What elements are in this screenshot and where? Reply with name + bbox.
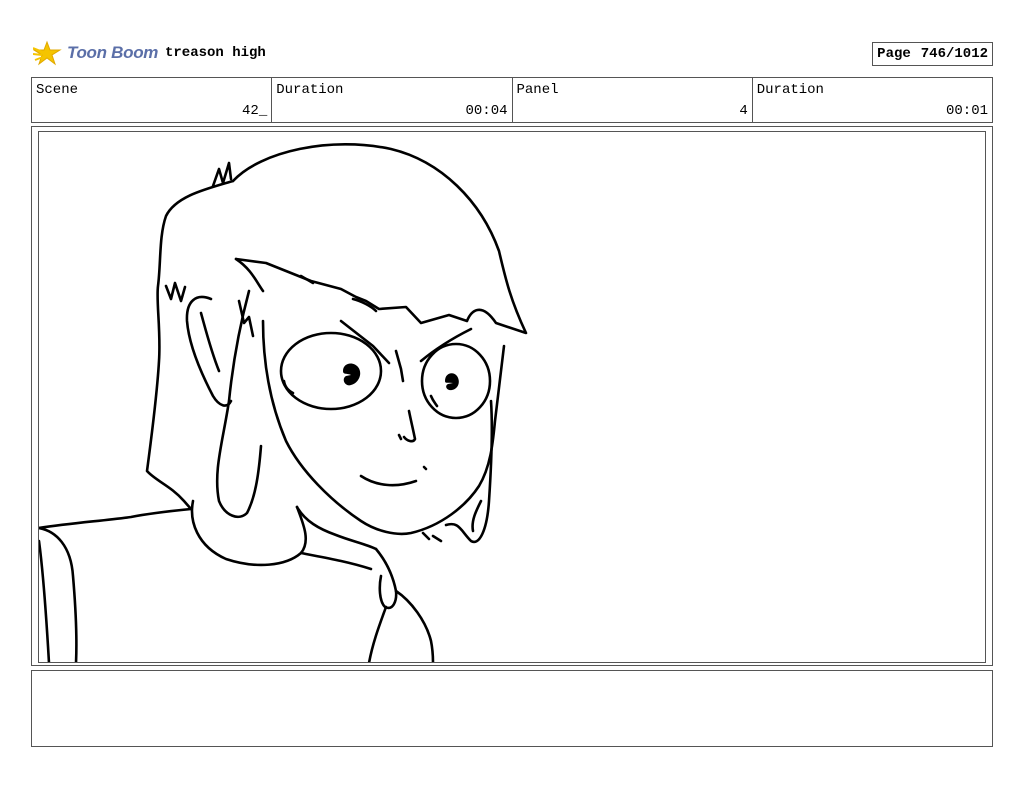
panel-notes-box <box>31 670 993 747</box>
body-left-edge <box>39 539 51 662</box>
scene-label: Scene <box>36 82 79 98</box>
hair-bang-lines <box>234 257 378 313</box>
page-number: 746/1012 <box>920 46 988 62</box>
toon-boom-star-icon <box>33 40 62 66</box>
panel-frame <box>31 126 993 666</box>
panel-label: Panel <box>516 82 559 98</box>
project-title: treason high <box>165 45 266 61</box>
mouth-corner <box>422 465 428 471</box>
eye-right-lash <box>429 394 439 408</box>
logo-text: Toon Boom <box>67 43 159 62</box>
scene-duration-cell: Duration 00:04 <box>272 78 513 122</box>
eye-left <box>279 331 383 411</box>
sleeve-right <box>394 589 435 662</box>
panel-duration-cell: Duration 00:01 <box>753 78 992 122</box>
hair-curtain <box>215 289 263 518</box>
toon-boom-logo: Toon Boom <box>33 38 158 68</box>
nose-dot <box>397 433 403 441</box>
ear-inner <box>199 311 221 373</box>
panel-duration-value: 00:01 <box>945 103 988 119</box>
shoulder-right <box>374 547 398 610</box>
sleeve-right-inner <box>367 605 388 662</box>
page-label: Page <box>877 46 911 62</box>
shirt-fold <box>299 551 373 571</box>
panel-cell: Panel 4 <box>513 78 753 122</box>
eye-left-lash <box>282 379 295 395</box>
nose <box>402 409 417 443</box>
ear <box>185 295 233 407</box>
pupil-left <box>343 363 361 386</box>
shoulder-left-line <box>39 507 193 530</box>
hair-right-strands <box>421 499 483 543</box>
panel-drawing-area <box>38 131 986 663</box>
page-indicator: Page 746/1012 <box>872 42 993 66</box>
scene-value: 42_ <box>242 103 268 119</box>
panel-duration-label: Duration <box>756 82 824 98</box>
panel-value: 4 <box>739 103 748 119</box>
scene-info-row: Scene 42_ Duration 00:04 Panel 4 Duratio… <box>31 77 993 123</box>
pupil-right <box>445 373 459 391</box>
scene-duration-label: Duration <box>276 82 344 98</box>
storyboard-header: Toon Boom treason high Page 746/1012 <box>31 36 993 70</box>
scene-duration-value: 00:04 <box>465 103 508 119</box>
scene-cell: Scene 42_ <box>32 78 273 122</box>
face-outline <box>261 319 506 536</box>
hair-outline <box>231 143 528 335</box>
character-sketch <box>39 143 528 662</box>
neck <box>295 505 378 551</box>
nose-bridge <box>394 349 405 383</box>
mouth <box>359 474 418 487</box>
